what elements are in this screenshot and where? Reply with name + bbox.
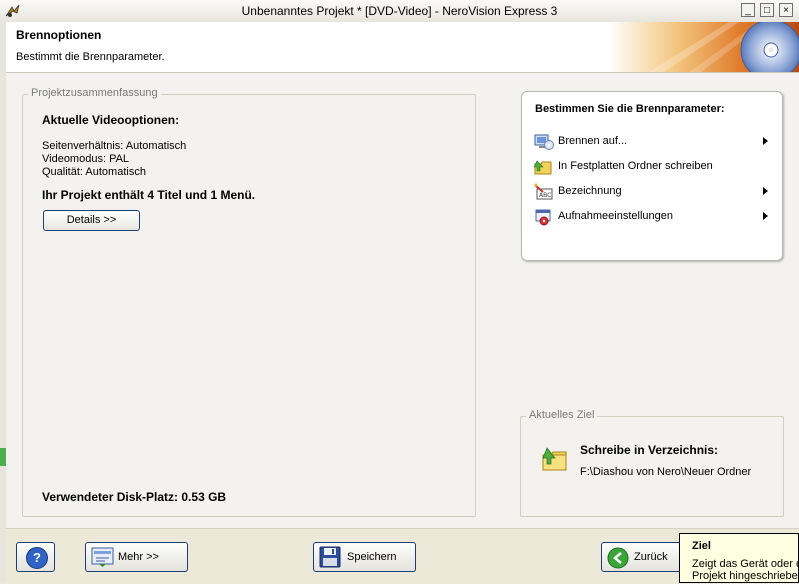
submenu-arrow-icon (763, 187, 768, 195)
current-target-legend: Aktuelles Ziel (526, 409, 598, 421)
menu-item-burn-to-label: Brennen auf... (558, 135, 628, 147)
menu-item-label-label: Bezeichnung (558, 185, 622, 197)
disk-usage-text: Verwendeter Disk-Platz: 0.53 GB (42, 490, 227, 504)
tooltip-line-1: Zeigt das Gerät oder d (692, 558, 799, 570)
submenu-arrow-icon (763, 212, 768, 220)
details-button[interactable]: Details >> (43, 210, 140, 231)
label-icon: ABC (534, 183, 554, 201)
folder-arrow-icon (541, 446, 569, 475)
target-tooltip: Ziel Zeigt das Gerät oder d Projekt hing… (679, 533, 799, 583)
help-button[interactable]: ? (16, 542, 55, 572)
quality-text: Qualität: Automatisch (42, 166, 146, 178)
computer-disc-icon (534, 133, 554, 151)
maximize-button[interactable]: □ (760, 3, 774, 17)
tooltip-line-2: Projekt hingeschrieben (692, 570, 799, 582)
more-button-label: Mehr >> (118, 551, 159, 563)
page-subtitle: Bestimmt die Brennparameter. (16, 51, 165, 63)
menu-item-record-settings[interactable]: Aufnahmeeinstellungen (534, 207, 774, 227)
submenu-arrow-icon (763, 137, 768, 145)
window-titlebar[interactable]: Unbenanntes Projekt * [DVD-Video] - Nero… (0, 0, 799, 23)
minimize-button[interactable]: _ (741, 3, 755, 17)
page-title: Brennoptionen (16, 28, 102, 42)
project-summary-legend: Projektzusammenfassung (28, 87, 161, 99)
save-floppy-icon (319, 546, 341, 571)
menu-item-label[interactable]: ABC Bezeichnung (534, 182, 774, 202)
page-header: Brennoptionen Bestimmt die Brennparamete… (6, 22, 799, 73)
target-path: F:\Diashou von Nero\Neuer Ordner (580, 466, 752, 478)
folder-arrow-icon (533, 158, 554, 176)
header-disc-icon (609, 22, 799, 72)
save-button-label: Speichern (347, 551, 397, 563)
save-button[interactable]: Speichern (313, 542, 416, 572)
burn-parameters-panel: Bestimmen Sie die Brennparameter: Brenne… (521, 91, 783, 261)
menu-item-write-to-folder-label: In Festplatten Ordner schreiben (558, 160, 713, 172)
more-options-icon (91, 546, 115, 571)
menu-item-record-settings-label: Aufnahmeeinstellungen (558, 210, 673, 222)
window-title: Unbenanntes Projekt * [DVD-Video] - Nero… (241, 4, 558, 18)
help-icon: ? (26, 547, 48, 569)
menu-item-burn-to[interactable]: Brennen auf... (534, 132, 774, 152)
target-heading: Schreibe in Verzeichnis: (580, 443, 719, 457)
back-button-label: Zurück (634, 551, 668, 563)
video-options-heading: Aktuelle Videooptionen: (42, 113, 180, 127)
svg-text:ABC: ABC (539, 192, 551, 199)
more-button[interactable]: Mehr >> (85, 542, 188, 572)
record-settings-icon (534, 208, 554, 226)
burn-parameters-heading: Bestimmen Sie die Brennparameter: (535, 103, 725, 115)
back-arrow-icon (607, 547, 629, 572)
tooltip-title: Ziel (692, 540, 711, 552)
close-button[interactable]: × (779, 3, 793, 17)
video-mode-text: Videomodus: PAL (42, 153, 130, 165)
project-info-text: Ihr Projekt enthält 4 Titel und 1 Menü. (42, 188, 256, 202)
menu-item-write-to-folder[interactable]: In Festplatten Ordner schreiben (533, 157, 774, 177)
back-button[interactable]: Zurück (601, 542, 691, 572)
aspect-ratio-text: Seitenverhältnis: Automatisch (42, 140, 187, 152)
